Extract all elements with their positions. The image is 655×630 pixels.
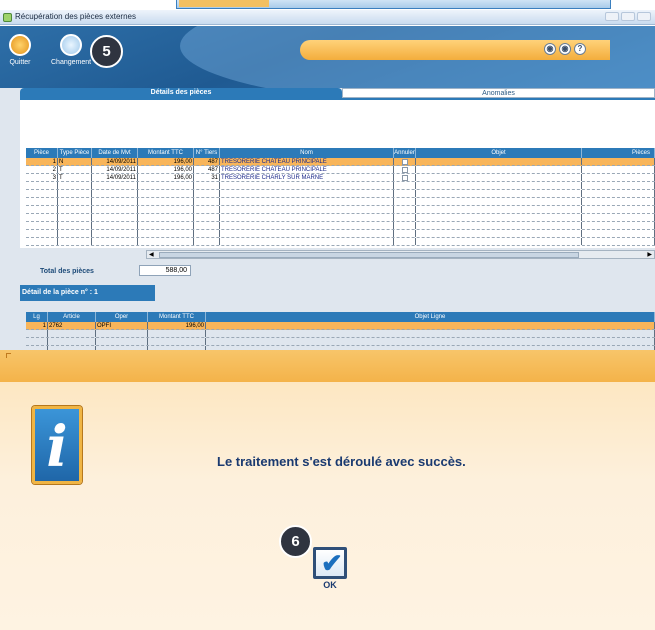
cell-objet — [206, 322, 655, 329]
table-row — [26, 206, 655, 214]
back-icon[interactable]: ◉ — [544, 43, 556, 55]
cell-piece: 1 — [26, 158, 58, 165]
col-oper[interactable]: Oper — [96, 312, 148, 322]
annuler-checkbox[interactable] — [401, 167, 408, 173]
cell-article: 2762 — [48, 322, 96, 329]
background-window-bar — [176, 0, 611, 9]
table-row — [26, 230, 655, 238]
cell-montant: 196,00 — [138, 174, 194, 181]
cell-nom: TRESORERIE CHATEAU PRINCIPALE — [220, 166, 394, 173]
window-title: Récupération des pièces externes — [15, 12, 136, 21]
table-row[interactable]: 1 2762 OPFI 196,00 — [26, 322, 655, 330]
cell-montant: 196,00 — [138, 158, 194, 165]
detail-grid-header: Lg Article Oper Montant TTC Objet Ligne — [26, 312, 655, 322]
scroll-right-icon[interactable]: ▶ — [647, 251, 652, 258]
pieces-grid-header: Pièce Type Pièce Date de Mvt Montant TTC… — [26, 148, 655, 158]
table-row[interactable]: 2 T 14/09/2011 196,00 487 TRESORERIE CHATEAU … — [26, 166, 655, 174]
total-label: Total des pièces — [40, 268, 94, 275]
door-icon — [9, 34, 31, 56]
col-date[interactable]: Date de Mvt — [92, 148, 138, 158]
annuler-checkbox[interactable] — [401, 175, 408, 181]
quit-label: Quitter — [9, 59, 31, 66]
tab-details[interactable]: Détails des pièces — [20, 88, 342, 98]
cell-date: 14/09/2011 — [92, 158, 138, 165]
change-label: Changement — [51, 59, 92, 66]
table-row — [26, 214, 655, 222]
col-objet[interactable]: Objet — [416, 148, 582, 158]
cell-type: T — [58, 166, 92, 173]
table-row — [26, 222, 655, 230]
background-window-strip — [0, 0, 655, 10]
table-row — [26, 238, 655, 246]
table-row — [26, 338, 655, 346]
info-icon: i — [32, 406, 82, 484]
cell-piece: 3 — [26, 174, 58, 181]
quit-button[interactable]: Quitter — [0, 34, 40, 66]
table-row[interactable]: 1 N 14/09/2011 196,00 487 TRESORERIE CHATEAU … — [26, 158, 655, 166]
checkmark-icon: ✔ — [313, 547, 347, 579]
cell-type: N — [58, 158, 92, 165]
app-icon — [3, 13, 12, 22]
cell-type: T — [58, 174, 92, 181]
col-annuler[interactable]: Annuler — [394, 148, 416, 158]
horizontal-scrollbar[interactable]: ◀ ▶ — [146, 250, 655, 259]
cell-date: 14/09/2011 — [92, 166, 138, 173]
step-badge-5: 5 — [90, 35, 123, 68]
minimize-button[interactable] — [605, 12, 619, 21]
ok-label: OK — [323, 580, 337, 590]
main-area: Détails des pièces Anomalies Pièce Type … — [0, 88, 655, 362]
step-badge-6: 6 — [279, 525, 312, 558]
table-row — [26, 330, 655, 338]
dialog-header — [0, 350, 655, 382]
total-value: 588,00 — [139, 265, 191, 276]
table-row[interactable]: 3 T 14/09/2011 196,00 31 TRESORERIE CHARLY SU… — [26, 174, 655, 182]
window-controls — [605, 12, 651, 21]
scroll-left-icon[interactable]: ◀ — [149, 251, 154, 258]
change-icon — [60, 34, 82, 56]
col-montant-ttc[interactable]: Montant TTC — [148, 312, 206, 322]
pieces-grid: Pièce Type Pièce Date de Mvt Montant TTC… — [26, 148, 655, 246]
col-article[interactable]: Article — [48, 312, 96, 322]
col-lg[interactable]: Lg — [26, 312, 48, 322]
col-piece[interactable]: Pièce — [26, 148, 58, 158]
cell-date: 14/09/2011 — [92, 174, 138, 181]
col-tiers[interactable]: N° Tiers — [194, 148, 220, 158]
maximize-button[interactable] — [621, 12, 635, 21]
tab-bar: Détails des pièces Anomalies — [20, 88, 655, 98]
pieces-grid-body: 1 N 14/09/2011 196,00 487 TRESORERIE CHATEAU … — [26, 158, 655, 246]
col-pieces[interactable]: Pièces — [582, 148, 655, 158]
help-icon[interactable]: ? — [574, 43, 586, 55]
change-button[interactable]: Changement — [51, 34, 91, 66]
table-row — [26, 182, 655, 190]
forward-icon[interactable]: ◉ — [559, 43, 571, 55]
annuler-checkbox[interactable] — [401, 159, 408, 165]
window-titlebar: Récupération des pièces externes — [0, 10, 655, 25]
cell-lg: 1 — [26, 322, 48, 329]
cell-nom: TRESORERIE CHATEAU PRINCIPALE — [220, 158, 394, 165]
col-type[interactable]: Type Pièce — [58, 148, 92, 158]
nav-band: ◉ ◉ ? — [300, 40, 610, 60]
message-dialog: i Le traitement s'est déroulé avec succè… — [0, 350, 655, 630]
cell-tiers: 487 — [194, 158, 220, 165]
tab-anomalies[interactable]: Anomalies — [342, 88, 655, 98]
cell-piece: 2 — [26, 166, 58, 173]
scroll-thumb[interactable] — [159, 252, 579, 258]
col-objet-ligne[interactable]: Objet Ligne — [206, 312, 655, 322]
cell-oper: OPFI — [96, 322, 148, 329]
cell-montant: 196,00 — [148, 322, 206, 329]
cell-tiers: 487 — [194, 166, 220, 173]
col-nom[interactable]: Nom — [220, 148, 394, 158]
cell-montant: 196,00 — [138, 166, 194, 173]
col-montant[interactable]: Montant TTC — [138, 148, 194, 158]
table-row — [26, 190, 655, 198]
ok-button[interactable]: ✔ OK — [310, 547, 350, 592]
cell-tiers: 31 — [194, 174, 220, 181]
cell-nom: TRESORERIE CHARLY SUR MARNE — [220, 174, 394, 181]
dialog-message: Le traitement s'est déroulé avec succès. — [217, 454, 466, 469]
table-row — [26, 198, 655, 206]
close-button[interactable] — [637, 12, 651, 21]
detail-label: Détail de la pièce n° : 1 — [20, 285, 155, 301]
